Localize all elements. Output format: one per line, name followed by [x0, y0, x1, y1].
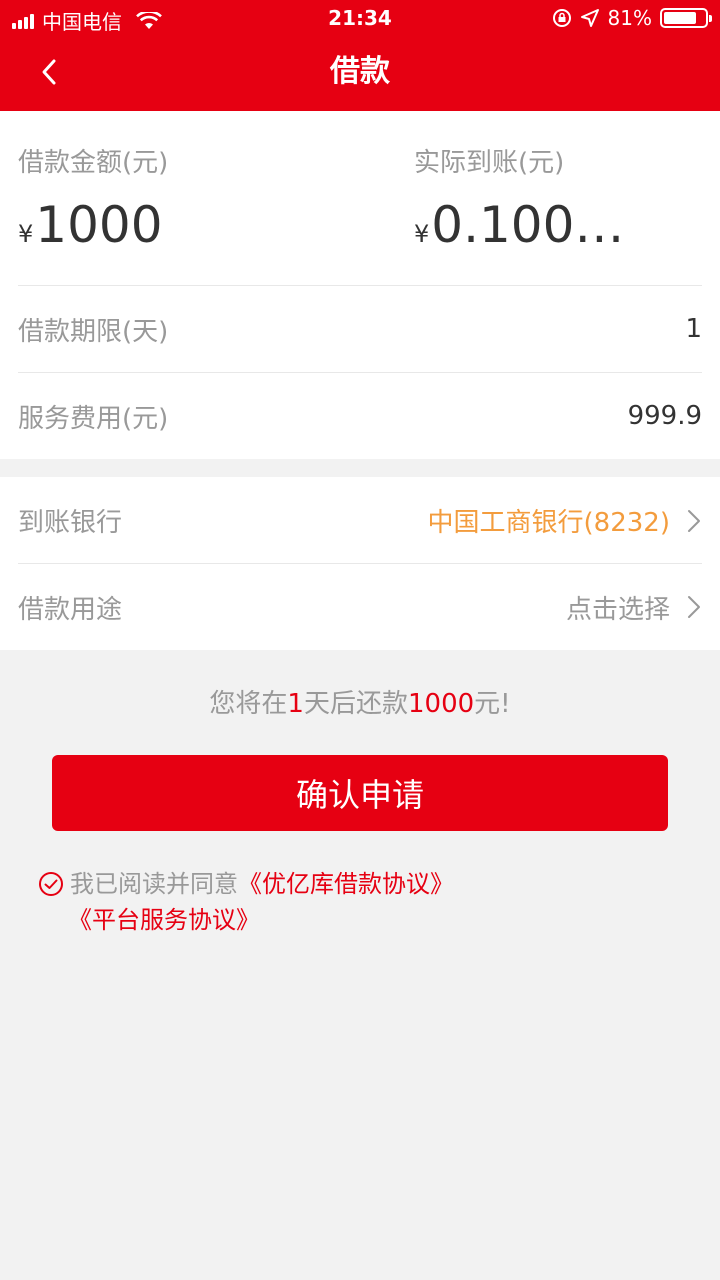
- service-fee-row: 服务费用(元) 999.9: [18, 372, 702, 459]
- loan-term-row: 借款期限(天) 1: [18, 285, 702, 372]
- received-amount-block: 实际到账(元) ¥0.100…: [414, 147, 624, 262]
- bank-row[interactable]: 到账银行 中国工商银行(8232): [18, 477, 702, 564]
- location-arrow-icon: [580, 9, 599, 27]
- loan-amount-block: 借款金额(元) ¥1000: [18, 147, 168, 262]
- bank-label: 到账银行: [18, 508, 123, 538]
- loan-agreement-link[interactable]: 《优亿库借款协议》: [238, 866, 454, 902]
- notice-mid: 天后还款: [303, 689, 408, 719]
- bank-value: 中国工商银行(8232): [428, 502, 702, 539]
- purpose-row[interactable]: 借款用途 点击选择: [18, 563, 702, 650]
- received-amount-label: 实际到账(元): [414, 148, 565, 178]
- agreement-line-2: 《平台服务协议》: [38, 902, 454, 938]
- loan-term-value: 1: [685, 314, 702, 344]
- agreement: 我已阅读并同意 《优亿库借款协议》 《平台服务协议》: [38, 866, 454, 938]
- confirm-apply-button[interactable]: 确认申请: [52, 755, 668, 831]
- loan-amount-value: ¥1000: [18, 197, 168, 262]
- received-amount-number: 0.100…: [431, 196, 625, 254]
- battery-percent: 81%: [607, 6, 652, 30]
- repayment-notice: 您将在1天后还款1000元!: [0, 684, 720, 724]
- notice-days: 1: [287, 689, 304, 719]
- notice-amount: 1000: [407, 689, 475, 719]
- chevron-right-icon: [688, 596, 700, 618]
- page-title: 借款: [330, 54, 390, 89]
- battery-icon: [660, 8, 712, 28]
- bank-value-text: 中国工商银行(8232): [427, 508, 670, 538]
- agreement-text: 我已阅读并同意: [70, 870, 238, 898]
- notice-prefix: 您将在: [209, 689, 288, 719]
- purpose-value-text: 点击选择: [565, 594, 670, 625]
- notice-suffix: 元!: [474, 689, 511, 719]
- status-bar: 中国电信 21:34 81%: [0, 0, 720, 38]
- loan-term-label: 借款期限(天): [18, 316, 169, 347]
- bank-purpose-card: 到账银行 中国工商银行(8232) 借款用途 点击选择: [0, 477, 720, 650]
- app-header: 中国电信 21:34 81% 借款: [0, 0, 720, 111]
- loan-amount-number: 1000: [35, 196, 163, 254]
- currency-symbol: ¥: [18, 220, 34, 248]
- currency-symbol: ¥: [414, 220, 430, 248]
- chevron-right-icon: [688, 509, 700, 532]
- rotation-lock-icon: [552, 9, 571, 27]
- check-circle-icon[interactable]: [38, 871, 64, 897]
- purpose-label: 借款用途: [18, 594, 123, 625]
- platform-agreement-link[interactable]: 《平台服务协议》: [68, 906, 260, 934]
- service-fee-value: 999.9: [627, 401, 702, 431]
- agreement-line: 我已阅读并同意 《优亿库借款协议》: [38, 866, 454, 902]
- loan-amount-label: 借款金额(元): [18, 148, 169, 178]
- received-amount-value: ¥0.100…: [414, 197, 624, 262]
- loan-summary-card: 借款金额(元) ¥1000 实际到账(元) ¥0.100… 借款期限(天) 1 …: [0, 111, 720, 459]
- service-fee-label: 服务费用(元): [18, 403, 169, 434]
- purpose-value: 点击选择: [566, 589, 702, 626]
- status-right: 81%: [552, 6, 712, 30]
